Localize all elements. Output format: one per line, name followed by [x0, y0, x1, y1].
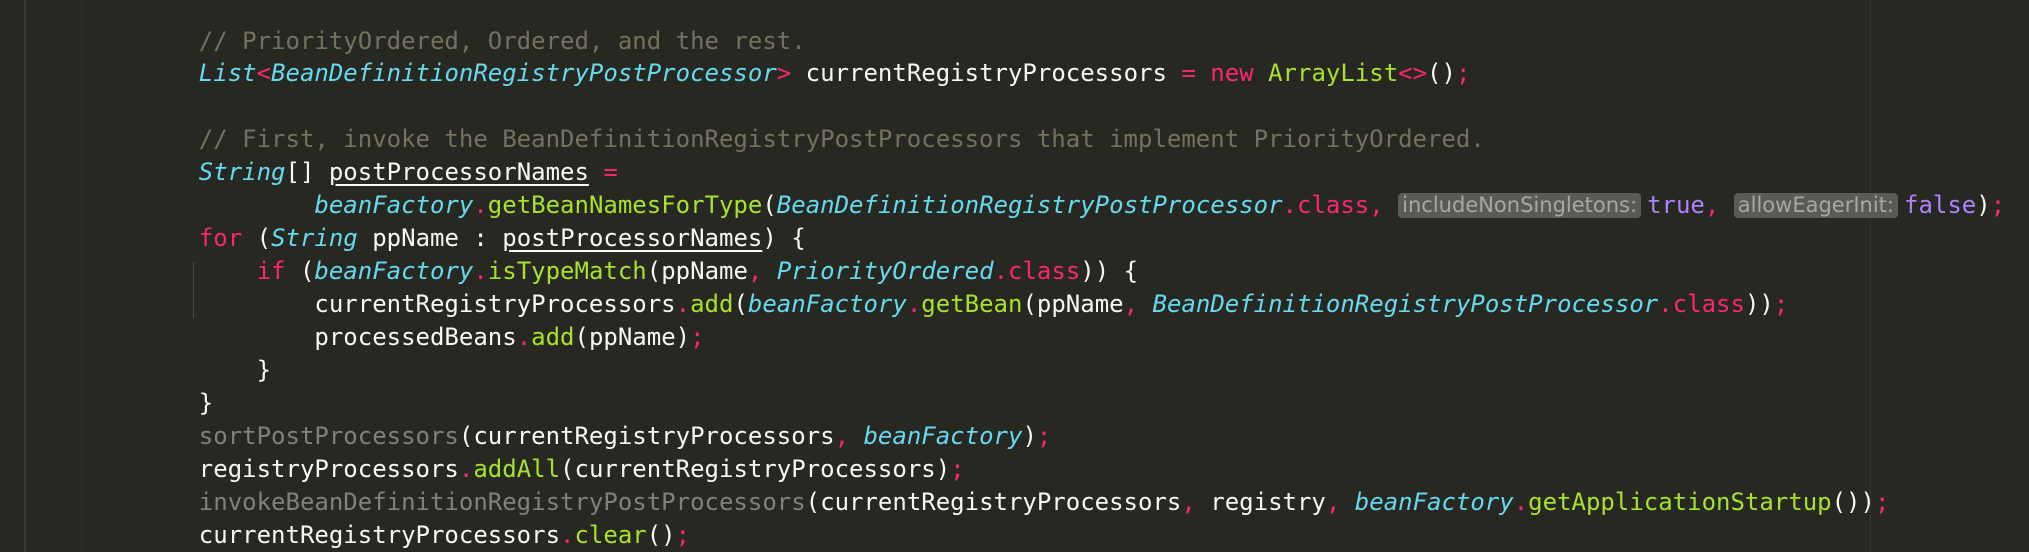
- generic-open: <: [256, 59, 272, 87]
- comma: ,: [1325, 488, 1355, 516]
- code-line-postprocessor-names-decl[interactable]: String[] postProcessorNames =: [141, 123, 618, 186]
- comma: ,: [1123, 290, 1153, 318]
- arguments: (ppName): [574, 323, 691, 351]
- code-line-get-bean-names[interactable]: beanFactory.getBeanNamesForType(BeanDefi…: [141, 156, 2005, 219]
- code-line-processed-beans-add[interactable]: processedBeans.add(ppName);: [141, 288, 704, 351]
- method-clear: clear: [574, 521, 647, 549]
- assign-operator: =: [1181, 59, 1196, 87]
- argument-registry: registry: [1210, 488, 1326, 516]
- field-beanfactory: beanFactory: [747, 290, 907, 318]
- method-getbean: getBean: [921, 290, 1023, 318]
- paren-close: ()): [1831, 488, 1875, 516]
- semicolon: ;: [1773, 290, 1789, 318]
- dot: .: [1513, 488, 1529, 516]
- paren-close: ): [1022, 422, 1037, 450]
- comma: ,: [1181, 488, 1211, 516]
- dot-class: .class: [1658, 290, 1745, 318]
- diamond-operator: <>: [1398, 59, 1428, 87]
- code-line-if-type-match[interactable]: if (beanFactory.isTypeMatch(ppName, Prio…: [141, 222, 1138, 285]
- generic-close: >: [776, 59, 792, 87]
- semicolon: ;: [675, 521, 691, 549]
- code-line-registry-processors-add-all[interactable]: registryProcessors.addAll(currentRegistr…: [141, 420, 965, 483]
- code-line-clear[interactable]: currentRegistryProcessors.clear();: [141, 486, 690, 549]
- variable-processed-beans: processedBeans: [314, 323, 517, 351]
- arguments: (currentRegistryProcessors: [805, 488, 1182, 516]
- code-line-current-registry-decl[interactable]: List<BeanDefinitionRegistryPostProcessor…: [141, 24, 1471, 87]
- param-hint-allow-eager-init: allowEagerInit:: [1733, 193, 1898, 218]
- code-line-sort-post-processors[interactable]: sortPostProcessors(currentRegistryProces…: [141, 387, 1052, 450]
- semicolon: ;: [1455, 59, 1471, 87]
- code-line-close-for[interactable]: }: [141, 354, 213, 417]
- field-beanfactory: beanFactory: [1354, 488, 1514, 516]
- code-editor[interactable]: // PriorityOrdered, Ordered, and the res…: [0, 0, 2029, 552]
- type-list: List: [198, 59, 257, 87]
- variable-name: currentRegistryProcessors: [791, 59, 1182, 87]
- code-line-for-loop[interactable]: for (String ppName : postProcessorNames)…: [141, 189, 806, 252]
- class-arraylist: ArrayList: [1268, 59, 1399, 87]
- code-line-invoke-bdrpp[interactable]: invokeBeanDefinitionRegistryPostProcesso…: [141, 453, 1890, 516]
- dot: .: [516, 323, 532, 351]
- type-generic: BeanDefinitionRegistryPostProcessor: [271, 59, 777, 87]
- dot: .: [906, 290, 922, 318]
- method-getapplicationstartup: getApplicationStartup: [1528, 488, 1832, 516]
- code-line-add-get-bean[interactable]: currentRegistryProcessors.add(beanFactor…: [141, 255, 1788, 318]
- code-line-comment-first[interactable]: // First, invoke the BeanDefinitionRegis…: [141, 90, 1485, 153]
- class-bdrpp: BeanDefinitionRegistryPostProcessor: [1152, 290, 1659, 318]
- semicolon: ;: [1036, 422, 1052, 450]
- paren-open: (: [733, 290, 748, 318]
- arguments: (): [646, 521, 676, 549]
- paren-close: )): [1744, 290, 1774, 318]
- semicolon: ;: [1990, 191, 2006, 219]
- comma: ,: [1704, 191, 1734, 219]
- code-line-close-if[interactable]: }: [141, 321, 271, 384]
- semicolon: ;: [1874, 488, 1890, 516]
- semicolon: ;: [690, 323, 705, 351]
- literal-true: true: [1647, 191, 1705, 219]
- comma: ,: [1369, 191, 1399, 219]
- literal-false: false: [1904, 191, 1977, 219]
- arguments: (ppName: [1022, 290, 1124, 318]
- method-add: add: [531, 323, 575, 351]
- keyword-new: new: [1210, 59, 1254, 87]
- dot-class: .class: [1282, 191, 1370, 219]
- dot: .: [560, 521, 575, 549]
- code-line-comment-priority[interactable]: // PriorityOrdered, Ordered, and the res…: [141, 0, 806, 55]
- gutter-border: [24, 0, 26, 552]
- call-parens: (): [1427, 59, 1456, 87]
- class-bdrpp: BeanDefinitionRegistryPostProcessor: [776, 191, 1283, 219]
- paren-close: ): [1976, 191, 1991, 219]
- fold-gutter: [81, 0, 82, 552]
- variable-current-registry-processors: currentRegistryProcessors: [198, 521, 561, 549]
- param-hint-include-non-singletons: includeNonSingletons:: [1398, 193, 1642, 218]
